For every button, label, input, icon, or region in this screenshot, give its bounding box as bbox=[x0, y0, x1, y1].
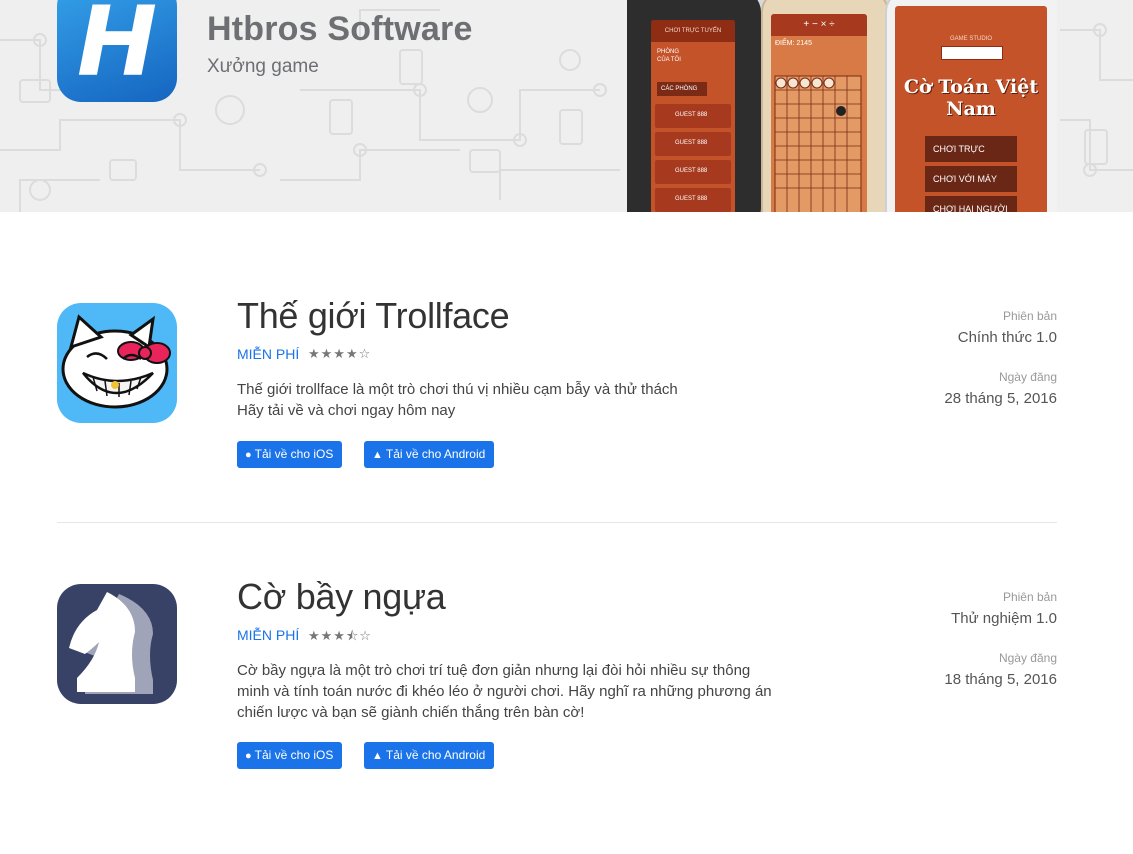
download-ios-label: Tải về cho iOS bbox=[254, 748, 334, 762]
download-ios-button[interactable]: ● Tải về cho iOS bbox=[237, 441, 343, 468]
phone-mockup-right: GAME STUDIO Cờ Toán Việt Nam CHƠI TRỰC T… bbox=[885, 0, 1057, 212]
screen-room-row: GUEST 888 bbox=[655, 132, 731, 156]
screen-top-label: CHƠI TRỰC TUYẾN bbox=[651, 20, 735, 42]
app-title[interactable]: Thế giới Trollface bbox=[237, 295, 510, 337]
app-price: MIỄN PHÍ bbox=[237, 627, 300, 643]
version-label: Phiên bản bbox=[1002, 309, 1057, 323]
download-android-button[interactable]: ▲ Tải về cho Android bbox=[364, 441, 495, 468]
screen-score: ĐIỂM: 2145 bbox=[775, 40, 812, 47]
app-meta: Phiên bản Chính thức 1.0 Ngày đăng 28 th… bbox=[944, 309, 1057, 407]
chess-knight-icon bbox=[69, 592, 153, 694]
phone-screenshots: CHƠI TRỰC TUYẾN PHÒNG CỦA TÔI CÁC PHÒNG … bbox=[627, 0, 1057, 212]
screen-room-row: GUEST 888 bbox=[655, 104, 731, 128]
download-android-label: Tải về cho Android bbox=[385, 447, 486, 461]
android-icon: ▲ bbox=[372, 750, 383, 762]
app-description: Cờ bầy ngựa là một trò chơi trí tuệ đơn … bbox=[237, 660, 807, 723]
trollface-app-icon[interactable] bbox=[57, 303, 177, 423]
app-price: MIỄN PHÍ bbox=[237, 346, 300, 362]
studio-logo bbox=[941, 46, 1003, 60]
app-description-line: Cờ bầy ngựa là một trò chơi trí tuệ đơn … bbox=[237, 662, 751, 679]
screen-studio-label: GAME STUDIO bbox=[949, 36, 992, 42]
app-title[interactable]: Cờ bầy ngựa bbox=[237, 576, 446, 618]
developer-subtitle: Xưởng game bbox=[207, 56, 319, 77]
star-rating-icon: ★★★⯪☆ bbox=[308, 628, 372, 643]
version-label: Phiên bản bbox=[1002, 590, 1057, 604]
date-label: Ngày đăng bbox=[998, 651, 1057, 665]
download-ios-button[interactable]: ● Tải về cho iOS bbox=[237, 742, 343, 769]
app-description-line: minh và tính toán nước đi khéo léo ở ngư… bbox=[237, 683, 772, 700]
date-value: 18 tháng 5, 2016 bbox=[944, 671, 1057, 688]
app-description-line: Thế giới trollface là một trò chơi thú v… bbox=[237, 381, 678, 398]
version-value: Chính thức 1.0 bbox=[957, 329, 1057, 346]
download-android-label: Tải về cho Android bbox=[385, 748, 486, 762]
header-banner: H Htbros Software Xưởng game CHƠI TRỰC T… bbox=[0, 0, 1133, 212]
developer-name: Htbros Software bbox=[207, 10, 473, 48]
developer-logo-letter: H bbox=[76, 0, 158, 98]
download-ios-label: Tải về cho iOS bbox=[254, 447, 334, 461]
app-card-trollface: Thế giới Trollface MIỄN PHÍ ★★★★☆ Thế gi… bbox=[57, 295, 1057, 473]
phone-screen-online-rooms: CHƠI TRỰC TUYẾN PHÒNG CỦA TÔI CÁC PHÒNG … bbox=[651, 20, 735, 212]
screen-ops: + − × ÷ bbox=[771, 14, 867, 36]
phone-screen-main-menu: GAME STUDIO Cờ Toán Việt Nam CHƠI TRỰC T… bbox=[895, 6, 1047, 212]
android-icon: ▲ bbox=[372, 449, 383, 461]
screen-rooms-label: CÁC PHÒNG bbox=[657, 82, 707, 96]
phone-mockup-middle: + − × ÷ ĐIỂM: 2145 bbox=[761, 0, 889, 212]
screen-my-room: PHÒNG CỦA TÔI bbox=[657, 49, 681, 63]
download-android-button[interactable]: ▲ Tải về cho Android bbox=[364, 742, 495, 769]
phone-screen-board: + − × ÷ ĐIỂM: 2145 bbox=[771, 14, 867, 212]
divider bbox=[57, 522, 1057, 523]
screen-room-row: GUEST 888 bbox=[655, 188, 731, 212]
screen-menu-online: CHƠI TRỰC TUYẾN bbox=[925, 136, 1017, 180]
apple-icon: ● bbox=[245, 449, 252, 461]
app-meta: Phiên bản Thử nghiệm 1.0 Ngày đăng 18 th… bbox=[944, 590, 1057, 688]
screen-game-title: Cờ Toán Việt Nam bbox=[903, 76, 1039, 120]
co-bay-ngua-app-icon[interactable] bbox=[57, 584, 177, 704]
screen-menu-vs-ai: CHƠI VỚI MÁY bbox=[925, 166, 1017, 192]
app-description-line: Hãy tải về và chơi ngay hôm nay bbox=[237, 402, 456, 419]
app-description-line: chiến lược và bạn sẽ giành chiến thắng t… bbox=[237, 704, 585, 721]
date-value: 28 tháng 5, 2016 bbox=[944, 390, 1057, 407]
game-board-grid bbox=[774, 75, 862, 212]
screen-room-row: GUEST 888 bbox=[655, 160, 731, 184]
app-description: Thế giới trollface là một trò chơi thú v… bbox=[237, 379, 807, 421]
version-value: Thử nghiệm 1.0 bbox=[951, 610, 1057, 627]
app-card-co-bay-ngua: Cờ bầy ngựa MIỄN PHÍ ★★★⯪☆ Cờ bầy ngựa l… bbox=[57, 576, 1057, 774]
trollface-cat-icon bbox=[61, 314, 171, 409]
star-rating-icon: ★★★★☆ bbox=[308, 346, 372, 361]
screen-menu-two-players: CHƠI HAI NGƯỜI bbox=[925, 196, 1017, 212]
developer-logo: H bbox=[57, 0, 177, 102]
apple-icon: ● bbox=[245, 750, 252, 762]
date-label: Ngày đăng bbox=[998, 370, 1057, 384]
phone-mockup-left: CHƠI TRỰC TUYẾN PHÒNG CỦA TÔI CÁC PHÒNG … bbox=[627, 0, 761, 212]
